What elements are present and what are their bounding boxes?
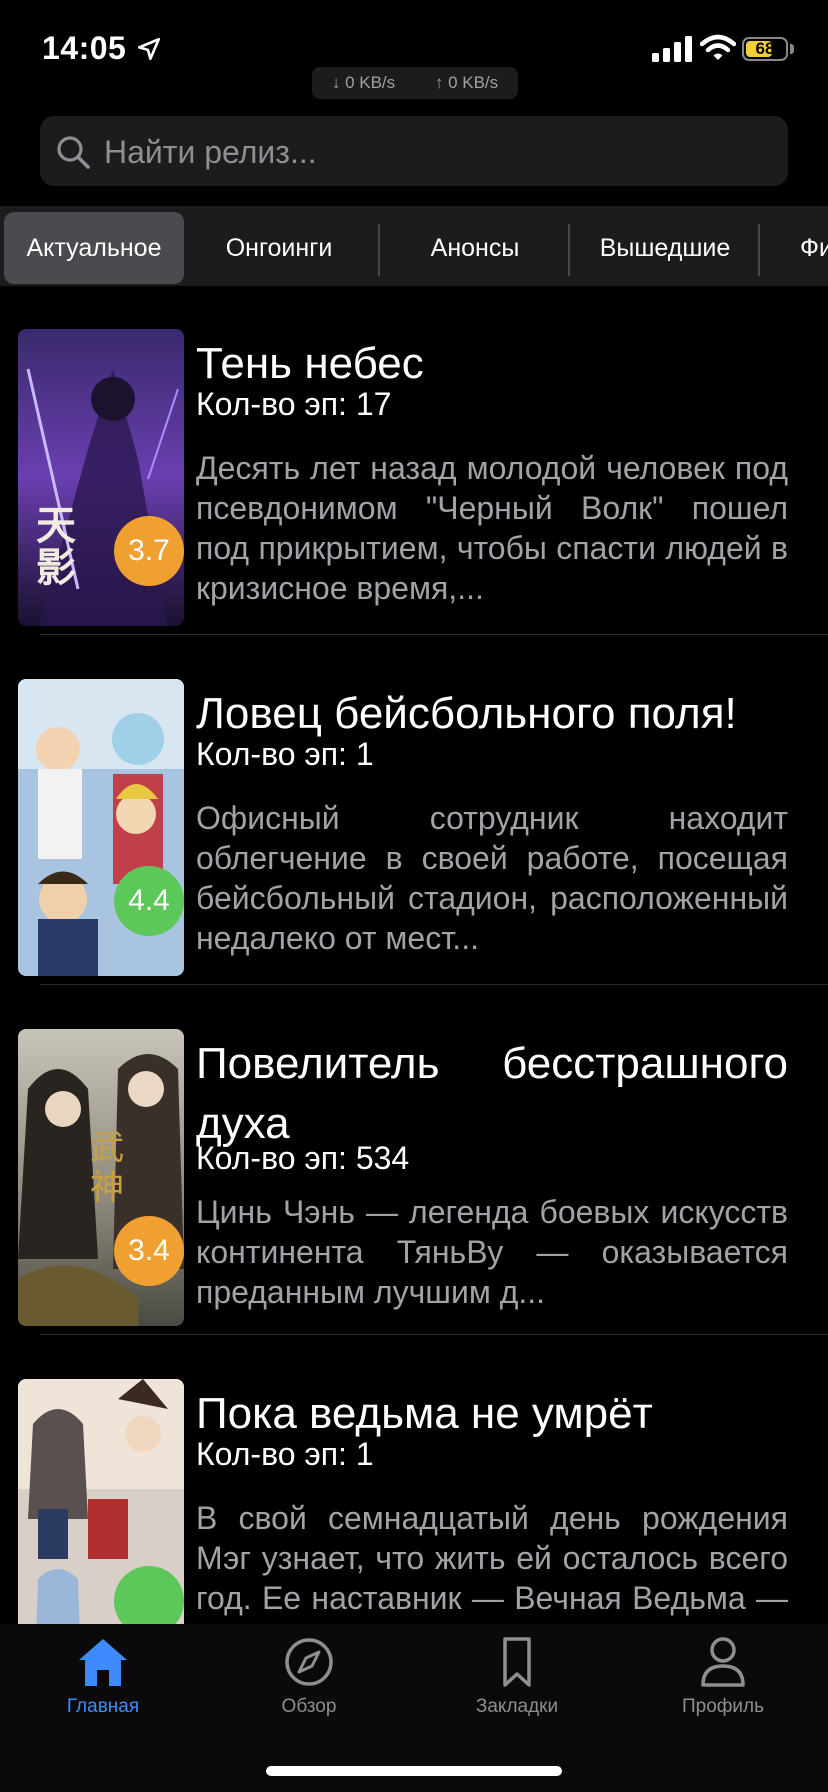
battery-cap — [790, 44, 794, 54]
upload-speed: ↑ 0 KB/s — [434, 73, 499, 92]
download-speed: ↓ 0 KB/s — [331, 73, 396, 92]
release-card[interactable]: 武 神 3.4 Повелитель бесстрашного духа Кол… — [0, 986, 828, 1336]
list-divider — [40, 634, 828, 635]
bookmark-icon — [503, 1637, 531, 1687]
release-description: Десять лет назад молодой человек под псе… — [196, 450, 788, 606]
nav-label: Обзор — [281, 1696, 337, 1717]
episode-count: Кол-во эп: 1 — [196, 736, 374, 772]
search-icon — [57, 136, 90, 169]
nav-browse[interactable]: Обзор — [214, 1636, 404, 1736]
tab-ongoing[interactable]: Онгоинги — [184, 212, 374, 284]
tab-actual[interactable]: Актуальное — [4, 212, 184, 284]
svg-text:天: 天 — [36, 502, 76, 549]
release-card[interactable]: ある魔女 Пока ведьма не умрёт Кол-во эп: 1 В… — [0, 1336, 828, 1624]
svg-text:影: 影 — [36, 544, 76, 591]
rating-badge: 3.4 — [114, 1216, 184, 1286]
wifi-icon — [700, 34, 736, 60]
compass-icon — [285, 1638, 333, 1686]
episode-count: Кол-во эп: 534 — [196, 1140, 410, 1176]
nav-profile[interactable]: Профиль — [628, 1636, 818, 1736]
tab-divider — [758, 224, 760, 276]
battery-indicator: 68 — [742, 37, 788, 61]
person-icon — [701, 1637, 745, 1687]
rating-badge: 3.7 — [114, 516, 184, 586]
nav-bookmarks[interactable]: Закладки — [422, 1636, 612, 1736]
release-description: Цинь Чэнь — легенда боевых искусств конт… — [196, 1194, 788, 1310]
release-description: В свой семнадцатый день рождения Мэг узн… — [196, 1500, 788, 1624]
home-icon — [79, 1639, 127, 1686]
status-bar: 14:05 68 ↓ 0 KB/s ↑ 0 KB/s — [0, 0, 828, 100]
category-tabs: Актуальное Онгоинги Анонсы Вышедшие Фи — [0, 206, 828, 286]
release-title: Повелитель бесстрашного духа — [196, 1039, 788, 1148]
release-card[interactable]: 天 影 3.7 Тень небес Кол-во эп: 17 Десять … — [0, 286, 828, 636]
nav-label: Профиль — [681, 1696, 765, 1717]
release-list: 天 影 3.7 Тень небес Кол-во эп: 17 Десять … — [0, 286, 828, 1624]
network-speed-indicator: ↓ 0 KB/s ↑ 0 KB/s — [312, 67, 518, 99]
list-divider — [40, 984, 828, 985]
home-indicator — [266, 1766, 562, 1776]
tab-films[interactable]: Фи — [800, 212, 828, 284]
svg-text:神: 神 — [90, 1168, 124, 1208]
tab-announcements[interactable]: Анонсы — [380, 212, 570, 284]
tab-released[interactable]: Вышедшие — [570, 212, 760, 284]
status-time: 14:05 — [42, 30, 127, 66]
episode-count: Кол-во эп: 1 — [196, 1436, 374, 1472]
location-arrow-icon — [137, 37, 161, 61]
release-description: Офисный сотрудник находит облегчение в с… — [196, 800, 788, 956]
svg-text:武: 武 — [90, 1128, 124, 1168]
rating-badge: 4.4 — [114, 866, 184, 936]
battery-level: 68 — [755, 39, 775, 58]
episode-count: Кол-во эп: 17 — [196, 386, 392, 422]
nav-home[interactable]: Главная — [8, 1636, 198, 1736]
search-input[interactable] — [102, 116, 776, 188]
nav-label: Главная — [66, 1696, 140, 1717]
release-card[interactable]: 4.4 Ловец бейсбольного поля! Кол-во эп: … — [0, 636, 828, 986]
cellular-signal-icon — [652, 36, 692, 62]
search-bar[interactable] — [40, 116, 788, 188]
nav-label: Закладки — [475, 1696, 559, 1717]
list-divider — [40, 1334, 828, 1335]
